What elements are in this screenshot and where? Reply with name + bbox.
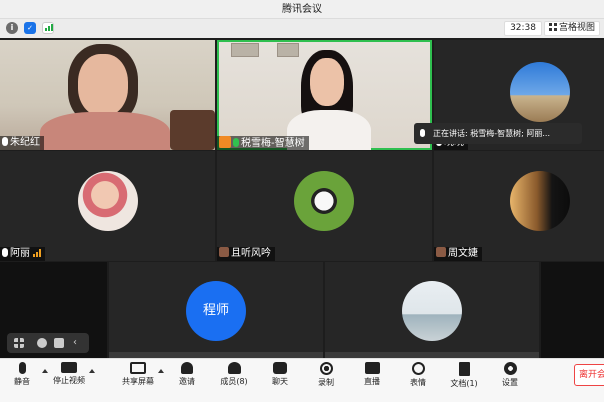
- participant-name: 周文婕: [448, 248, 478, 259]
- participant-avatar: [78, 171, 138, 231]
- video-tile[interactable]: 程师: [109, 262, 323, 358]
- camera-icon: [61, 362, 77, 373]
- user-thumbnail-icon: [219, 247, 229, 257]
- video-options-caret[interactable]: [89, 369, 95, 373]
- chat-icon: [273, 362, 287, 374]
- volume-bars-icon: [33, 249, 41, 257]
- status-bar: i ✓ 32:38 宫格视图: [0, 19, 604, 38]
- speaking-tooltip-text: 正在讲话: 税雪梅-智慧树; 阿丽...: [433, 129, 550, 138]
- participant-avatar: [510, 171, 570, 231]
- mic-icon: [420, 129, 425, 137]
- emoji-icon[interactable]: [37, 338, 47, 348]
- gear-icon: [503, 362, 517, 375]
- grid-view-button[interactable]: 宫格视图: [543, 21, 600, 36]
- record-button[interactable]: 录制: [306, 362, 346, 388]
- document-icon: [458, 362, 470, 376]
- meeting-timer: 32:38: [504, 21, 542, 36]
- reactions-button[interactable]: 表情: [398, 362, 438, 388]
- signal-icon[interactable]: [42, 22, 54, 34]
- participant-name: 税雪梅-智慧树: [241, 138, 305, 149]
- shield-icon[interactable]: ✓: [24, 22, 36, 34]
- grid-view-label: 宫格视图: [558, 23, 595, 33]
- avatar-initials: 程师: [202, 303, 229, 318]
- live-button[interactable]: 直播: [352, 362, 392, 387]
- video-tile[interactable]: 周文婕: [434, 151, 604, 261]
- mic-icon: [2, 248, 8, 257]
- bottom-toolbar: 静音 停止视频 共享屏幕 邀请 成员(8) 聊天 录制 直播 表情 文档(1) …: [0, 358, 604, 402]
- participant-avatar: [294, 171, 354, 231]
- speaking-tooltip: 正在讲话: 税雪梅-智慧树; 阿丽...: [414, 123, 582, 144]
- video-tile[interactable]: 朱纪红: [0, 40, 215, 150]
- title-bar: 腾讯会议: [0, 0, 604, 19]
- documents-button[interactable]: 文档(1): [444, 362, 484, 389]
- live-stream-icon: [364, 362, 380, 374]
- smiley-icon: [411, 362, 425, 375]
- video-tile[interactable]: 阿丽: [0, 151, 215, 261]
- video-grid: 朱纪红 税雪梅-智慧树 晓晓 正在讲话: 税雪梅-智慧树; 阿丽... 阿丽 且…: [0, 38, 604, 358]
- mute-options-caret[interactable]: [42, 369, 48, 373]
- members-icon: [227, 362, 241, 374]
- leave-meeting-button[interactable]: 离开会: [574, 364, 604, 386]
- layout-icon[interactable]: [14, 338, 24, 348]
- add-user-icon: [181, 362, 193, 374]
- video-tile-empty: [541, 262, 604, 358]
- mute-button[interactable]: 静音: [2, 362, 42, 387]
- microphone-icon: [18, 362, 26, 374]
- info-icon[interactable]: i: [6, 22, 18, 34]
- share-screen-button[interactable]: 共享屏幕: [118, 362, 158, 387]
- meeting-window: 腾讯会议 i ✓ 32:38 宫格视图 朱纪红 税雪梅-智慧树 正在讲话: 税雪…: [0, 0, 604, 402]
- members-button[interactable]: 成员(8): [214, 362, 254, 387]
- chat-button[interactable]: 聊天: [260, 362, 300, 387]
- floating-toolbar: ‹: [7, 333, 89, 353]
- record-icon: [319, 362, 333, 375]
- chat-bubble-icon[interactable]: [54, 338, 64, 348]
- participant-label: 阿丽: [0, 247, 45, 261]
- user-thumbnail-icon: [436, 247, 446, 257]
- participant-name: 且听风吟: [231, 248, 271, 259]
- video-tile[interactable]: [325, 262, 539, 358]
- share-screen-icon: [130, 362, 146, 374]
- participant-label: 税雪梅-智慧树: [217, 136, 309, 150]
- settings-button[interactable]: 设置: [490, 362, 530, 388]
- mic-icon: [2, 137, 8, 146]
- stop-video-button[interactable]: 停止视频: [49, 362, 89, 386]
- participant-label: 且听风吟: [217, 247, 275, 261]
- video-tile[interactable]: 且听风吟: [217, 151, 432, 261]
- window-title: 腾讯会议: [282, 4, 322, 15]
- participant-avatar: [510, 62, 570, 122]
- participant-name: 阿丽: [10, 248, 30, 259]
- video-tile-active-speaker[interactable]: 税雪梅-智慧树: [217, 40, 432, 150]
- participant-label: 周文婕: [434, 247, 482, 261]
- participant-avatar: 程师: [186, 281, 246, 341]
- participant-name: 朱纪红: [10, 137, 40, 148]
- participant-label: 朱纪红: [0, 136, 44, 150]
- invite-button[interactable]: 邀请: [167, 362, 207, 387]
- mic-active-icon: [233, 138, 239, 147]
- host-icon: [219, 136, 231, 148]
- collapse-chevron-icon[interactable]: ‹: [73, 338, 83, 348]
- grid-icon: [548, 23, 557, 31]
- participant-avatar: [402, 281, 462, 341]
- share-options-caret[interactable]: [158, 369, 164, 373]
